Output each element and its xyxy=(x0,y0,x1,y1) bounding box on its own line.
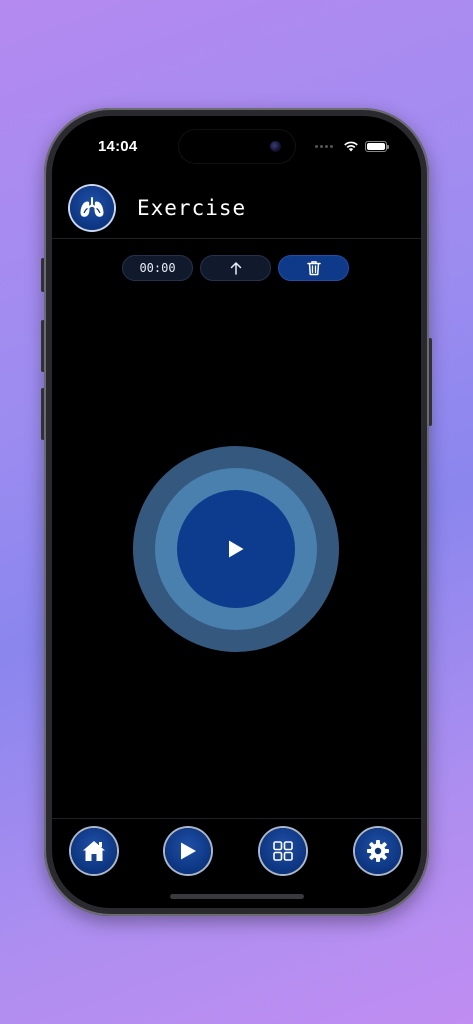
nav-grid-button[interactable] xyxy=(260,828,306,874)
play-icon xyxy=(181,842,196,860)
nav-play-button[interactable] xyxy=(165,828,211,874)
home-indicator[interactable] xyxy=(170,894,304,899)
app-screen: 14:04 Exercise 00:00 xyxy=(52,116,421,908)
upload-button[interactable] xyxy=(200,255,271,281)
app-header: Exercise xyxy=(52,178,421,239)
start-exercise-button[interactable] xyxy=(177,490,295,608)
nav-home-button[interactable] xyxy=(71,828,117,874)
delete-button[interactable] xyxy=(278,255,349,281)
dynamic-island xyxy=(179,130,295,163)
battery-icon xyxy=(365,140,389,152)
camera-icon xyxy=(270,141,281,152)
timer-display: 00:00 xyxy=(122,255,193,281)
page-title: Exercise xyxy=(137,196,247,220)
grid-icon xyxy=(273,841,293,861)
trash-icon xyxy=(306,261,321,276)
home-icon xyxy=(83,841,105,861)
exercise-toolbar: 00:00 xyxy=(122,255,349,281)
nav-settings-button[interactable] xyxy=(355,828,401,874)
cellular-dots-icon xyxy=(315,144,333,148)
gear-icon xyxy=(367,840,389,862)
play-icon xyxy=(229,540,244,558)
status-time: 14:04 xyxy=(98,138,138,155)
wifi-icon xyxy=(344,141,358,152)
lungs-icon[interactable] xyxy=(70,186,114,230)
status-icons xyxy=(315,140,389,152)
arrow-up-icon xyxy=(230,262,241,275)
